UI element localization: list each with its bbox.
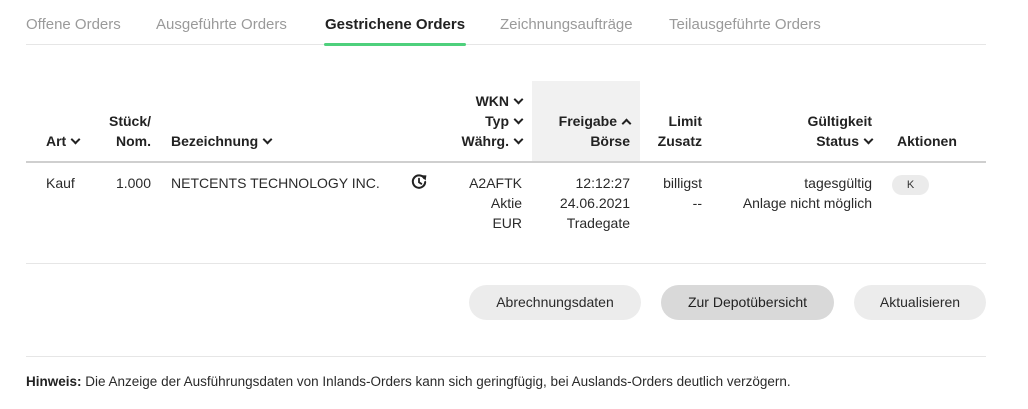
active-tab-indicator [324,43,467,46]
cell-freigabe-zeit: 12:12:27 [575,175,631,191]
col-header-status-label: Status [816,133,859,149]
sort-freigabe[interactable]: Freigabe [540,111,632,131]
col-header-stueck-label: Stück/ [108,113,151,129]
col-header-nom-label: Nom. [116,133,151,149]
tab-offene-orders[interactable]: Offene Orders [26,16,121,33]
cell-typ: Aktie [490,195,522,211]
col-header-bezeichnung[interactable]: Bezeichnung [171,131,273,151]
row-divider [26,263,986,264]
col-header-art[interactable]: Art [46,131,81,151]
cell-art: Kauf [46,175,75,191]
col-header-bezeichnung-label: Bezeichnung [171,133,259,149]
col-header-wkn-label: WKN [475,93,509,109]
cell-gueltigkeit-status: tagesgültig Anlage nicht möglich [720,173,872,213]
col-header-freigabe: Freigabe Börse [540,111,632,151]
col-header-freigabe-label: Freigabe [558,113,617,129]
cell-zusatz: -- [692,195,702,211]
sort-status[interactable]: Status [760,131,874,151]
cell-gueltigkeit: tagesgültig [804,175,872,191]
action-kauf-button[interactable]: K [892,175,929,195]
col-header-boerse-label: Börse [590,133,630,149]
chevron-down-icon [863,134,874,145]
footer-divider [26,356,986,357]
col-header-aktionen-label: Aktionen [897,133,957,149]
chevron-down-icon [262,134,273,145]
chevron-up-icon [621,118,632,129]
cell-wkn: A2AFTK [469,175,522,191]
zur-depotuebersicht-button[interactable]: Zur Depotübersicht [661,285,834,320]
cell-bezeichnung[interactable]: NETCENTS TECHNOLOGY INC. [171,173,380,193]
col-header-gueltigkeit: Gültigkeit Status [760,111,874,151]
sort-waehrung[interactable]: Währg. [440,131,524,151]
abrechnungsdaten-button[interactable]: Abrechnungsdaten [469,285,641,320]
tab-gestrichene-orders[interactable]: Gestrichene Orders [324,16,467,46]
col-header-wkn-typ-waehrung: WKN Typ Währg. [440,91,524,151]
col-header-aktionen: Aktionen [897,131,957,151]
col-header-limit: Limit Zusatz [640,111,702,151]
chevron-down-icon [513,94,524,105]
chevron-down-icon [513,134,524,145]
hint-label: Hinweis: [26,374,82,389]
tab-ausgefuehrte-orders[interactable]: Ausgeführte Orders [156,16,287,33]
cell-wkn-typ-waehrung: A2AFTK Aktie EUR [440,173,522,233]
col-header-gueltigkeit-label: Gültigkeit [807,113,872,129]
col-header-typ-label: Typ [485,113,509,129]
cell-limit-value: billigst [663,175,702,191]
hint-message: Die Anzeige der Ausführungsdaten von Inl… [81,374,791,389]
cell-boerse: Tradegate [566,215,630,231]
col-header-stueck: Stück/ Nom. [100,111,151,151]
cell-freigabe-datum: 24.06.2021 [559,195,630,211]
tab-teilausgefuehrte-orders[interactable]: Teilausgeführte Orders [669,16,821,33]
header-divider [26,161,986,163]
tab-zeichnungsauftraege[interactable]: Zeichnungsaufträge [500,16,633,33]
col-header-waehrg-label: Währg. [461,133,509,149]
cell-status: Anlage nicht möglich [742,195,872,211]
chevron-down-icon [513,114,524,125]
aktualisieren-button[interactable]: Aktualisieren [854,285,986,320]
sort-typ[interactable]: Typ [440,111,524,131]
chevron-down-icon [70,134,81,145]
col-header-zusatz-label: Zusatz [657,133,702,149]
cell-waehrung: EUR [492,215,522,231]
tab-gestrichene-orders-label: Gestrichene Orders [325,16,466,33]
sort-wkn[interactable]: WKN [440,91,524,111]
cell-limit: billigst -- [640,173,702,213]
col-header-limit-label: Limit [668,113,702,129]
cell-freigabe: 12:12:27 24.06.2021 Tradegate [540,173,630,233]
order-tabs: Offene Orders Ausgeführte Orders Gestric… [26,0,986,46]
col-header-art-label: Art [46,133,67,149]
hint-text: Hinweis: Die Anzeige der Ausführungsdate… [26,374,791,389]
cell-stueck: 1.000 [115,175,151,191]
history-refresh-icon[interactable] [409,172,429,192]
